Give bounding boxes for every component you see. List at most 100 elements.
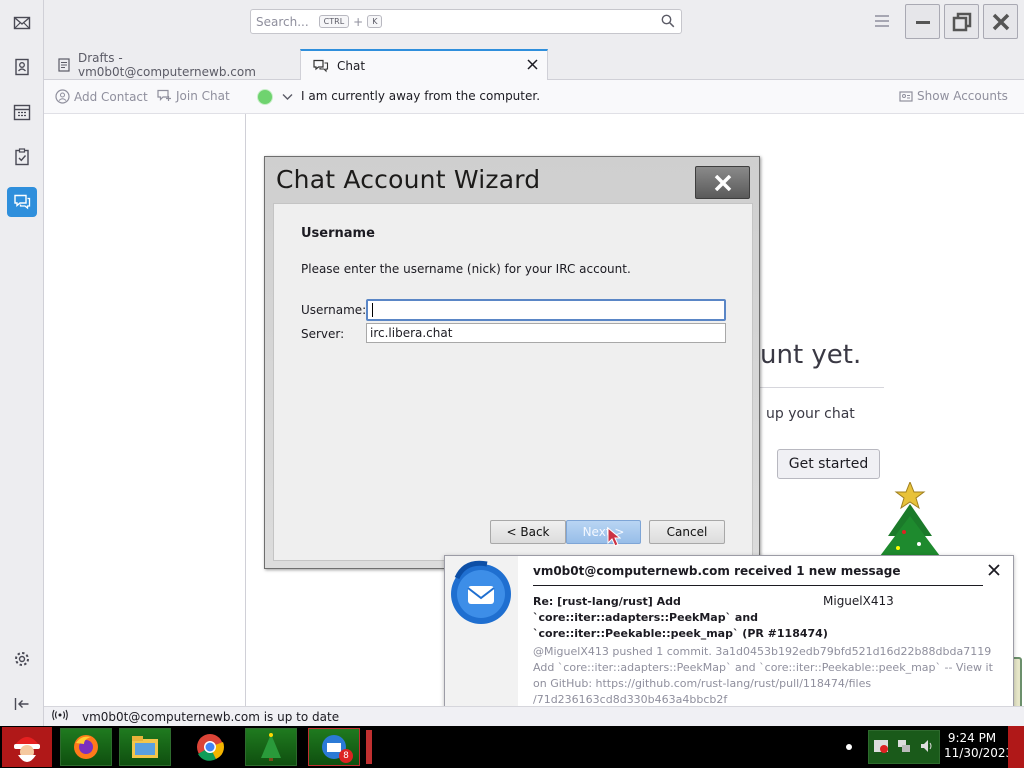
taskbar-thunderbird[interactable]: 8: [308, 728, 360, 766]
tray-error-icon[interactable]: [873, 738, 889, 757]
setup-description: up your chat: [766, 406, 855, 422]
get-started-button[interactable]: Get started: [777, 449, 880, 479]
accounts-icon: [899, 91, 913, 102]
add-contact-icon: [55, 89, 70, 104]
notification-body: @MiguelX413 pushed 1 commit. 3a1d0453b19…: [533, 644, 993, 708]
wizard-section-heading: Username: [301, 226, 375, 241]
body-line-1: @MiguelX413 pushed 1 commit. 3a1d0453b19…: [533, 645, 992, 658]
taskbar-firefox[interactable]: [60, 728, 112, 766]
taskbar-separator: [366, 730, 372, 764]
online-status-icon[interactable]: [52, 709, 68, 724]
thunderbird-logo: [445, 556, 518, 715]
tab-drafts-label: Drafts - vm0b0t@computernewb.com: [78, 50, 256, 79]
unread-badge: 8: [339, 749, 353, 763]
status-text: vm0b0t@computernewb.com is up to date: [82, 709, 340, 724]
add-contact-button[interactable]: Add Contact: [55, 89, 148, 104]
cancel-button[interactable]: Cancel: [649, 520, 725, 544]
tab-bar: Drafts - vm0b0t@computernewb.com Chat: [44, 44, 1024, 80]
shortcut-ctrl-key: CTRL: [318, 15, 350, 28]
title-bar: Search... CTRL + K: [44, 0, 1024, 44]
close-tab-icon[interactable]: [527, 59, 538, 73]
tab-chat-label: Chat: [337, 58, 366, 73]
status-bar: vm0b0t@computernewb.com is up to date: [44, 706, 1024, 726]
app-menu-icon[interactable]: [874, 14, 890, 31]
username-input[interactable]: [366, 299, 726, 321]
notification-sender: MiguelX413: [823, 594, 894, 608]
add-contact-label: Add Contact: [74, 89, 148, 104]
chat-toolbar: Add Contact Join Chat I am currently awa…: [44, 80, 1024, 114]
settings-gear-icon[interactable]: [7, 644, 37, 674]
join-chat-button[interactable]: Join Chat: [157, 89, 230, 103]
dialog-close-button[interactable]: [695, 166, 750, 199]
subject-line-1: Re: [rust-lang/rust] Add: [533, 595, 681, 608]
tasks-icon[interactable]: [7, 142, 37, 172]
subject-line-2: `core::iter::adapters::PeekMap` and: [533, 611, 759, 624]
body-line-2: Add `core::iter::adapters::PeekMap` and …: [533, 661, 993, 674]
santa-icon: [14, 737, 40, 762]
show-accounts-button[interactable]: Show Accounts: [899, 89, 1008, 103]
show-desktop-button[interactable]: [1008, 726, 1024, 768]
tab-chat[interactable]: Chat: [300, 49, 548, 80]
join-chat-icon: [157, 89, 171, 101]
tray-volume-icon[interactable]: [919, 738, 935, 757]
collapse-toolbar-icon[interactable]: [7, 689, 37, 719]
text-cursor: [372, 303, 373, 317]
mail-icon[interactable]: [7, 8, 37, 38]
address-book-icon[interactable]: [7, 52, 37, 82]
status-message[interactable]: I am currently away from the computer.: [301, 89, 540, 103]
clock-time: 9:24 PM: [947, 731, 997, 745]
next-button[interactable]: Next >: [566, 520, 641, 544]
server-value: irc.libera.chat: [370, 326, 453, 340]
no-account-heading: unt yet.: [760, 340, 862, 370]
calendar-icon[interactable]: [7, 97, 37, 127]
tab-drafts[interactable]: Drafts - vm0b0t@computernewb.com: [46, 49, 298, 80]
shortcut-plus: +: [353, 14, 364, 29]
search-icon[interactable]: [661, 14, 675, 31]
close-icon: [714, 174, 731, 191]
spaces-toolbar: [0, 0, 44, 726]
notification-close-icon[interactable]: [988, 564, 1000, 579]
notification-divider: [533, 585, 983, 586]
draft-icon: [58, 57, 70, 72]
tray-dot: [846, 744, 852, 750]
start-button[interactable]: [2, 727, 52, 767]
chat-tab-icon: [313, 59, 329, 73]
chat-account-wizard-dialog: Chat Account Wizard Username Please ente…: [264, 156, 760, 569]
taskbar: 8 9:24 PM 11/30/2023: [0, 726, 1024, 768]
server-label: Server:: [301, 327, 345, 341]
close-window-button[interactable]: [983, 4, 1018, 39]
restore-button[interactable]: [944, 4, 979, 39]
firefox-icon: [74, 735, 98, 759]
notification-subject: Re: [rust-lang/rust] Add `core::iter::ad…: [533, 594, 828, 642]
new-mail-notification[interactable]: vm0b0t@computernewb.com received 1 new m…: [444, 555, 1014, 716]
divider: [760, 387, 884, 388]
chat-icon[interactable]: [7, 187, 37, 217]
wizard-page: Username Please enter the username (nick…: [273, 203, 753, 561]
tree-icon: [261, 733, 281, 761]
mouse-pointer-icon: [605, 526, 622, 552]
taskbar-tree-app[interactable]: [245, 728, 297, 766]
minimize-button[interactable]: [905, 4, 940, 39]
search-placeholder: Search...: [256, 14, 309, 29]
join-chat-label: Join Chat: [176, 89, 230, 103]
chrome-icon: [197, 734, 224, 761]
dialog-title: Chat Account Wizard: [276, 165, 541, 194]
show-accounts-label: Show Accounts: [917, 89, 1008, 103]
back-button[interactable]: < Back: [490, 520, 566, 544]
body-line-3: on GitHub: https://github.com/rust-lang/…: [533, 677, 872, 690]
clock-date: 11/30/2023: [944, 746, 1014, 760]
christmas-tree-image: [874, 480, 954, 561]
folder-icon: [132, 736, 158, 758]
clock[interactable]: 9:24 PM 11/30/2023: [944, 731, 1014, 761]
server-input[interactable]: irc.libera.chat: [366, 323, 726, 343]
status-available-icon[interactable]: [257, 89, 273, 105]
taskbar-explorer[interactable]: [119, 728, 171, 766]
search-input[interactable]: Search... CTRL + K: [250, 9, 682, 34]
tray-network-icon[interactable]: [896, 738, 912, 757]
shortcut-k-key: K: [367, 15, 383, 28]
status-dropdown-chevron-icon[interactable]: [282, 90, 293, 104]
system-tray: [868, 730, 940, 764]
notification-title: vm0b0t@computernewb.com received 1 new m…: [533, 564, 901, 578]
taskbar-chrome[interactable]: [184, 728, 236, 766]
contacts-pane: [44, 114, 246, 706]
